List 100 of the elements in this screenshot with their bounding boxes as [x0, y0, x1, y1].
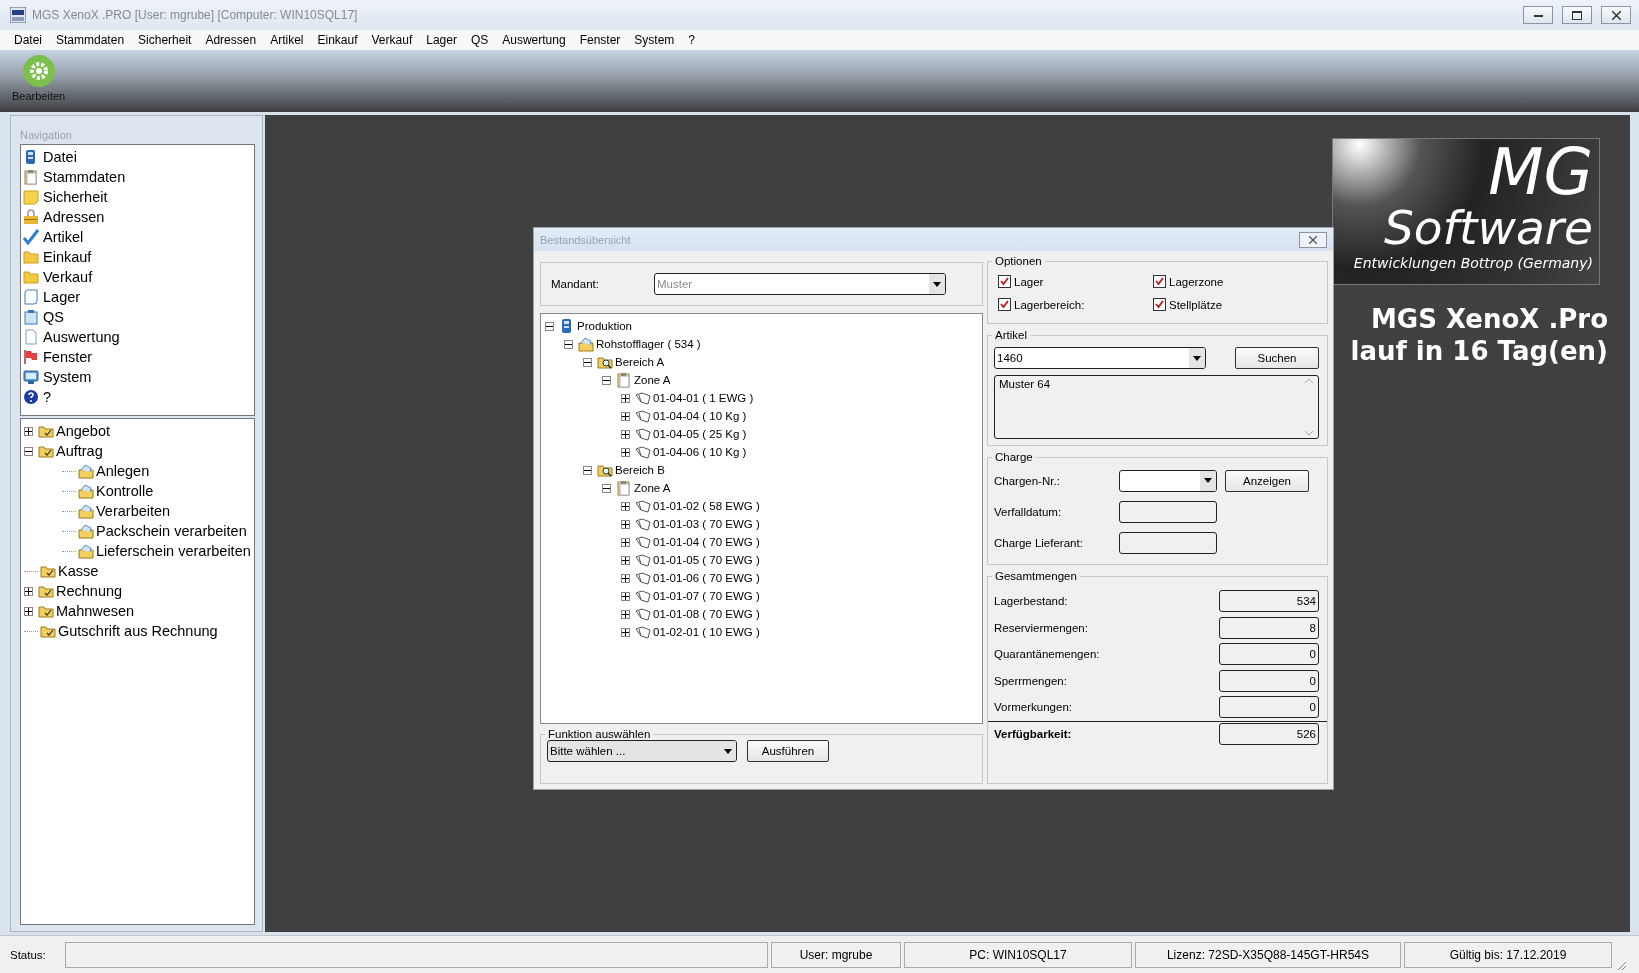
- batch-dropdown[interactable]: [1119, 469, 1217, 492]
- menu-item[interactable]: Fenster: [572, 33, 628, 47]
- menu-item[interactable]: Datei: [7, 33, 49, 47]
- menu-item[interactable]: Adressen: [198, 33, 264, 47]
- tree-item[interactable]: 01-02-01 ( 10 EWG ): [621, 623, 978, 641]
- menu-item[interactable]: System: [627, 33, 682, 47]
- expand-icon[interactable]: [621, 537, 630, 547]
- expand-icon[interactable]: [621, 519, 630, 529]
- navigation-item[interactable]: Stammdaten: [23, 167, 252, 187]
- navigation-item[interactable]: QS: [23, 307, 252, 327]
- checkbox[interactable]: [998, 275, 1011, 288]
- tree-item[interactable]: Zone A: [602, 371, 978, 389]
- tree-item[interactable]: Kasse: [24, 561, 251, 581]
- tree-item[interactable]: Angebot: [24, 421, 251, 441]
- tree-item[interactable]: Zone A: [602, 479, 978, 497]
- tree-item[interactable]: 01-04-04 ( 10 Kg ): [621, 407, 978, 425]
- navigation-item[interactable]: System: [23, 367, 252, 387]
- menu-item[interactable]: QS: [463, 33, 496, 47]
- tree-item[interactable]: Auftrag: [24, 441, 251, 461]
- collapse-icon[interactable]: [545, 321, 554, 331]
- menu-item[interactable]: Auswertung: [495, 33, 573, 47]
- tree-item[interactable]: 01-01-08 ( 70 EWG ): [621, 605, 978, 623]
- navigation-item[interactable]: Verkauf: [23, 267, 252, 287]
- dropdown-arrow-icon: [724, 748, 732, 754]
- menu-item[interactable]: Stammdaten: [49, 33, 132, 47]
- navigation-item[interactable]: Auswertung: [23, 327, 252, 347]
- option-checkbox[interactable]: Lagerzone: [1153, 275, 1319, 288]
- navigation-item[interactable]: Adressen: [23, 207, 252, 227]
- tree-item[interactable]: 01-04-05 ( 25 Kg ): [621, 425, 978, 443]
- tree-item[interactable]: Mahnwesen: [24, 601, 251, 621]
- expand-icon[interactable]: [24, 426, 33, 436]
- navigation-item[interactable]: Einkauf: [23, 247, 252, 267]
- tree-item[interactable]: Anlegen: [62, 461, 251, 481]
- navigation-item[interactable]: Lager: [23, 287, 252, 307]
- search-button[interactable]: Suchen: [1235, 347, 1319, 369]
- close-button[interactable]: [1299, 231, 1327, 248]
- option-checkbox[interactable]: Lager: [998, 275, 1153, 288]
- expand-icon[interactable]: [621, 501, 630, 511]
- collapse-icon[interactable]: [602, 375, 611, 385]
- article-dropdown[interactable]: 1460: [994, 347, 1206, 369]
- minimize-icon: [1533, 13, 1543, 17]
- collapse-icon[interactable]: [583, 357, 592, 367]
- tree-item[interactable]: Rohstofflager ( 534 ): [564, 335, 978, 353]
- tree-item[interactable]: Lieferschein verarbeiten: [62, 541, 251, 561]
- close-button[interactable]: [1601, 6, 1631, 24]
- navigation-item[interactable]: Artikel: [23, 227, 252, 247]
- collapse-icon[interactable]: [24, 446, 33, 456]
- execute-button[interactable]: Ausführen: [747, 740, 829, 762]
- menu-item[interactable]: Verkauf: [364, 33, 420, 47]
- tree-item[interactable]: 01-04-01 ( 1 EWG ): [621, 389, 978, 407]
- tree-item[interactable]: Produktion: [545, 317, 978, 335]
- tree-item[interactable]: 01-04-06 ( 10 Kg ): [621, 443, 978, 461]
- menu-item[interactable]: ?: [681, 33, 703, 47]
- checkbox[interactable]: [1153, 275, 1166, 288]
- show-button[interactable]: Anzeigen: [1225, 469, 1309, 492]
- tree-item[interactable]: 01-01-02 ( 58 EWG ): [621, 497, 978, 515]
- expand-icon[interactable]: [621, 609, 630, 619]
- expand-icon[interactable]: [621, 555, 630, 565]
- checkbox[interactable]: [998, 298, 1011, 311]
- tree-item[interactable]: Bereich B: [583, 461, 978, 479]
- tree-item[interactable]: 01-01-07 ( 70 EWG ): [621, 587, 978, 605]
- menu-item[interactable]: Lager: [419, 33, 464, 47]
- tree-item[interactable]: Bereich A: [583, 353, 978, 371]
- menu-item[interactable]: Artikel: [263, 33, 311, 47]
- collapse-icon[interactable]: [583, 465, 592, 475]
- tree-item[interactable]: 01-01-03 ( 70 EWG ): [621, 515, 978, 533]
- expand-icon[interactable]: [621, 447, 630, 457]
- tree-item[interactable]: 01-01-05 ( 70 EWG ): [621, 551, 978, 569]
- function-dropdown[interactable]: Bitte wählen ...: [547, 740, 737, 762]
- checkbox[interactable]: [1153, 298, 1166, 311]
- tree-item[interactable]: 01-01-06 ( 70 EWG ): [621, 569, 978, 587]
- navigation-item[interactable]: Fenster: [23, 347, 252, 367]
- tree-item[interactable]: Rechnung: [24, 581, 251, 601]
- expand-icon[interactable]: [621, 393, 630, 403]
- navigation-item[interactable]: ?: [23, 387, 252, 407]
- navigation-item[interactable]: Datei: [23, 147, 252, 167]
- expand-icon[interactable]: [621, 573, 630, 583]
- expand-icon[interactable]: [24, 586, 33, 596]
- expand-icon[interactable]: [621, 429, 630, 439]
- collapse-icon[interactable]: [564, 339, 573, 349]
- tree-item[interactable]: 01-01-04 ( 70 EWG ): [621, 533, 978, 551]
- expand-icon[interactable]: [24, 606, 33, 616]
- navigation-item[interactable]: Sicherheit: [23, 187, 252, 207]
- tree-item[interactable]: Packschein verarbeiten: [62, 521, 251, 541]
- minimize-button[interactable]: [1523, 6, 1553, 24]
- input-field[interactable]: [1119, 500, 1217, 523]
- option-checkbox[interactable]: Lagerbereich:: [998, 298, 1153, 311]
- expand-icon[interactable]: [621, 591, 630, 601]
- tree-item[interactable]: Kontrolle: [62, 481, 251, 501]
- tree-item[interactable]: Gutschrift aus Rechnung: [24, 621, 251, 641]
- expand-icon[interactable]: [621, 627, 630, 637]
- input-field[interactable]: [1119, 531, 1217, 554]
- tree-item[interactable]: Verarbeiten: [62, 501, 251, 521]
- menu-item[interactable]: Einkauf: [310, 33, 365, 47]
- menu-item[interactable]: Sicherheit: [131, 33, 199, 47]
- expand-icon[interactable]: [621, 411, 630, 421]
- collapse-icon[interactable]: [602, 483, 611, 493]
- description-field[interactable]: Muster 64: [994, 375, 1319, 439]
- maximize-button[interactable]: [1562, 6, 1592, 24]
- option-checkbox[interactable]: Stellplätze: [1153, 298, 1319, 311]
